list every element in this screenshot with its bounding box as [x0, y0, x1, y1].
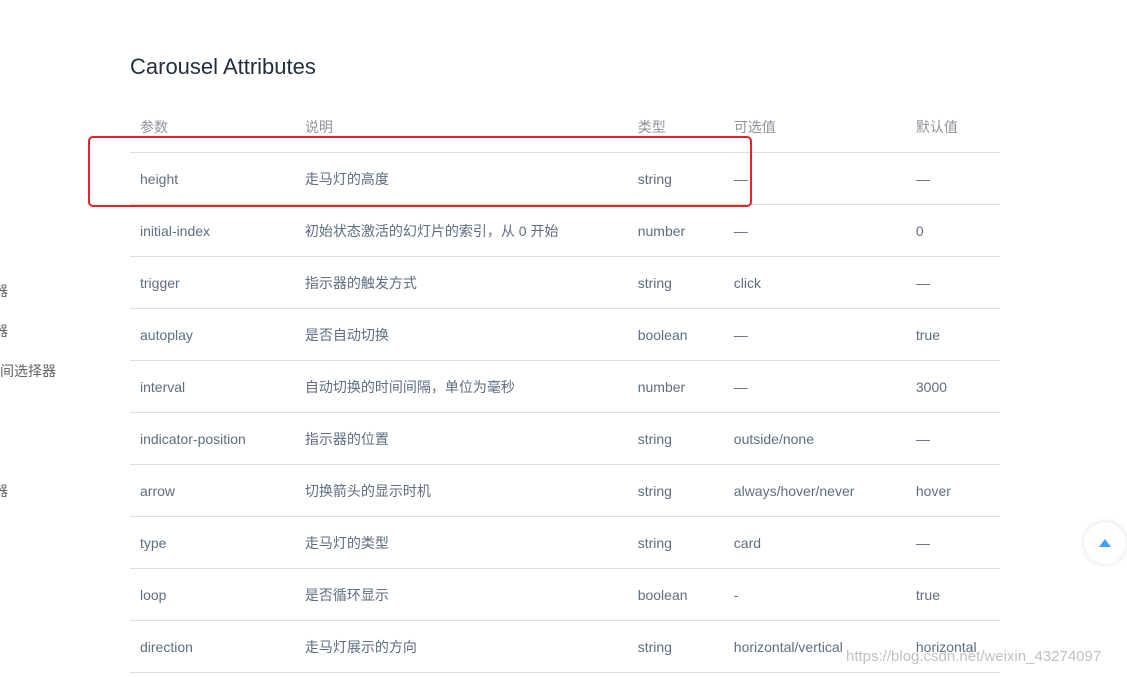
cell-param: direction: [130, 620, 295, 673]
cell-param: trigger: [130, 256, 295, 309]
cell-options: outside/none: [723, 412, 906, 465]
cell-type: string: [627, 516, 724, 569]
header-param: 参数: [130, 102, 295, 153]
sidebar-item-time-picker[interactable]: 时间选择器: [0, 361, 56, 381]
cell-default: —: [905, 256, 1000, 309]
cell-type: string: [627, 620, 724, 673]
cell-description: 指示器的位置: [294, 412, 628, 465]
section-title: Carousel Attributes: [130, 54, 316, 79]
cell-description: 初始状态激活的幻灯片的索引，从 0 开始: [294, 204, 628, 257]
cell-type: string: [627, 152, 724, 205]
cell-param: arrow: [130, 464, 295, 517]
sidebar-item-fragment[interactable]: 器: [0, 281, 8, 301]
cell-default: 3000: [905, 360, 1000, 413]
page: 器 器 时间选择器 器 Carousel Attributes 参数 说明 类型…: [0, 0, 1127, 677]
cell-options: —: [723, 308, 906, 361]
header-options: 可选值: [723, 102, 906, 153]
sidebar-item-fragment[interactable]: 器: [0, 481, 8, 501]
cell-type: boolean: [627, 568, 724, 621]
cell-options: click: [723, 256, 906, 309]
cell-default: true: [905, 568, 1000, 621]
table-header-row: 参数 说明 类型 可选值 默认值: [130, 102, 1000, 153]
table-row: indicator-position 指示器的位置 string outside…: [130, 412, 1000, 465]
table-row: interval 自动切换的时间间隔，单位为毫秒 number — 3000: [130, 360, 1000, 413]
table-row: autoplay 是否自动切换 boolean — true: [130, 308, 1000, 361]
cell-param: interval: [130, 360, 295, 413]
cell-param: autoplay: [130, 308, 295, 361]
header-default: 默认值: [905, 102, 1000, 153]
cell-default: hover: [905, 464, 1000, 517]
cell-description: 走马灯的高度: [294, 152, 628, 205]
cell-param: loop: [130, 568, 295, 621]
cell-default: 0: [905, 204, 1000, 257]
cell-description: 指示器的触发方式: [294, 256, 628, 309]
attributes-table: 参数 说明 类型 可选值 默认值 height 走马灯的高度 string — …: [130, 102, 1000, 673]
cell-description: 切换箭头的显示时机: [294, 464, 628, 517]
cell-param: initial-index: [130, 204, 295, 257]
watermark: https://blog.csdn.net/weixin_43274097: [846, 648, 1102, 665]
cell-type: number: [627, 204, 724, 257]
cell-description: 自动切换的时间间隔，单位为毫秒: [294, 360, 628, 413]
cell-param: height: [130, 152, 295, 205]
cell-options: —: [723, 152, 906, 205]
cell-type: string: [627, 412, 724, 465]
table-row: arrow 切换箭头的显示时机 string always/hover/neve…: [130, 464, 1000, 517]
cell-type: string: [627, 464, 724, 517]
header-type: 类型: [627, 102, 724, 153]
cell-default: —: [905, 152, 1000, 205]
table-row: type 走马灯的类型 string card —: [130, 516, 1000, 569]
cell-description: 是否自动切换: [294, 308, 628, 361]
table-row: loop 是否循环显示 boolean - true: [130, 568, 1000, 621]
cell-options: —: [723, 360, 906, 413]
table-row: trigger 指示器的触发方式 string click —: [130, 256, 1000, 309]
cell-options: -: [723, 568, 906, 621]
cell-param: type: [130, 516, 295, 569]
cell-default: —: [905, 516, 1000, 569]
cell-description: 是否循环显示: [294, 568, 628, 621]
cell-type: string: [627, 256, 724, 309]
cell-type: number: [627, 360, 724, 413]
cell-options: always/hover/never: [723, 464, 906, 517]
cell-options: —: [723, 204, 906, 257]
cell-options: card: [723, 516, 906, 569]
table-row: initial-index 初始状态激活的幻灯片的索引，从 0 开始 numbe…: [130, 204, 1000, 257]
cell-description: 走马灯的类型: [294, 516, 628, 569]
cell-description: 走马灯展示的方向: [294, 620, 628, 673]
cell-param: indicator-position: [130, 412, 295, 465]
header-description: 说明: [294, 102, 628, 153]
caret-up-icon: [1099, 539, 1111, 547]
cell-type: boolean: [627, 308, 724, 361]
back-to-top-button[interactable]: [1084, 522, 1126, 564]
cell-default: true: [905, 308, 1000, 361]
cell-default: —: [905, 412, 1000, 465]
table-row: height 走马灯的高度 string — —: [130, 152, 1000, 205]
sidebar-item-fragment[interactable]: 器: [0, 321, 8, 341]
